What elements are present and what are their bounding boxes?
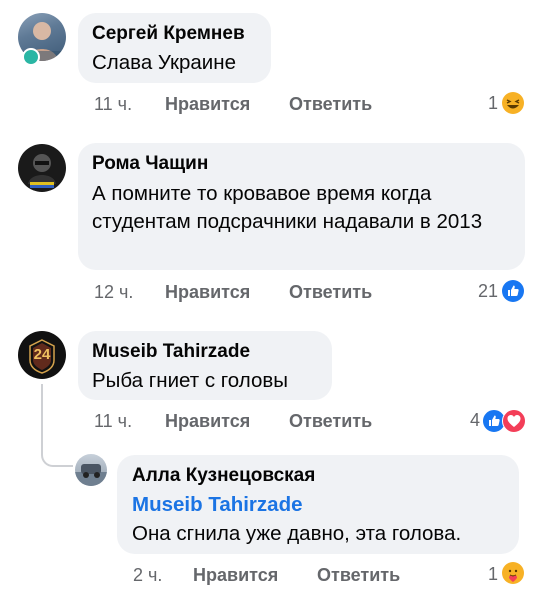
reply-button[interactable]: Ответить [289,282,372,303]
thread-connector-line [41,384,73,467]
comment-author[interactable]: Сергей Кремнев [92,23,245,45]
comment-time[interactable]: 11 ч. [94,411,132,432]
avatar-badge-text: 24 [33,346,51,363]
love-reaction-icon[interactable] [502,409,526,433]
avatar[interactable] [18,144,66,192]
comment-author[interactable]: Museib Tahirzade [92,341,250,363]
comment-text: Рыба гниет с головы [92,369,288,392]
like-button[interactable]: Нравится [165,94,250,115]
reaction-count[interactable]: 1 [470,93,498,114]
badge-icon [22,48,40,66]
reaction-count[interactable]: 4 [452,410,480,431]
reply-text: Она сгнила уже давно, эта голова. [132,522,462,545]
reaction-count[interactable]: 21 [470,281,498,302]
like-reaction-icon[interactable] [502,280,524,302]
mention-link[interactable]: Museib Tahirzade [132,491,303,519]
care-reaction-icon[interactable] [502,562,524,584]
reply-time[interactable]: 2 ч. [133,565,162,586]
avatar[interactable] [75,454,107,486]
reply-author[interactable]: Алла Кузнецовская [132,465,315,487]
reply-button[interactable]: Ответить [289,94,372,115]
reply-button[interactable]: Ответить [289,411,372,432]
haha-reaction-icon[interactable] [502,92,524,114]
reaction-count[interactable]: 1 [470,564,498,585]
like-button[interactable]: Нравится [165,411,250,432]
comment-time[interactable]: 11 ч. [94,94,132,115]
reply-button[interactable]: Ответить [317,565,400,586]
avatar[interactable]: 24 [18,331,66,379]
like-button[interactable]: Нравится [193,565,278,586]
comment-text: А помните то кровавое время когда студен… [92,182,483,233]
comment-time[interactable]: 12 ч. [94,282,133,303]
comment-text: Слава Украине [92,51,236,74]
like-button[interactable]: Нравится [165,282,250,303]
comment-author[interactable]: Рома Чащин [92,153,208,175]
